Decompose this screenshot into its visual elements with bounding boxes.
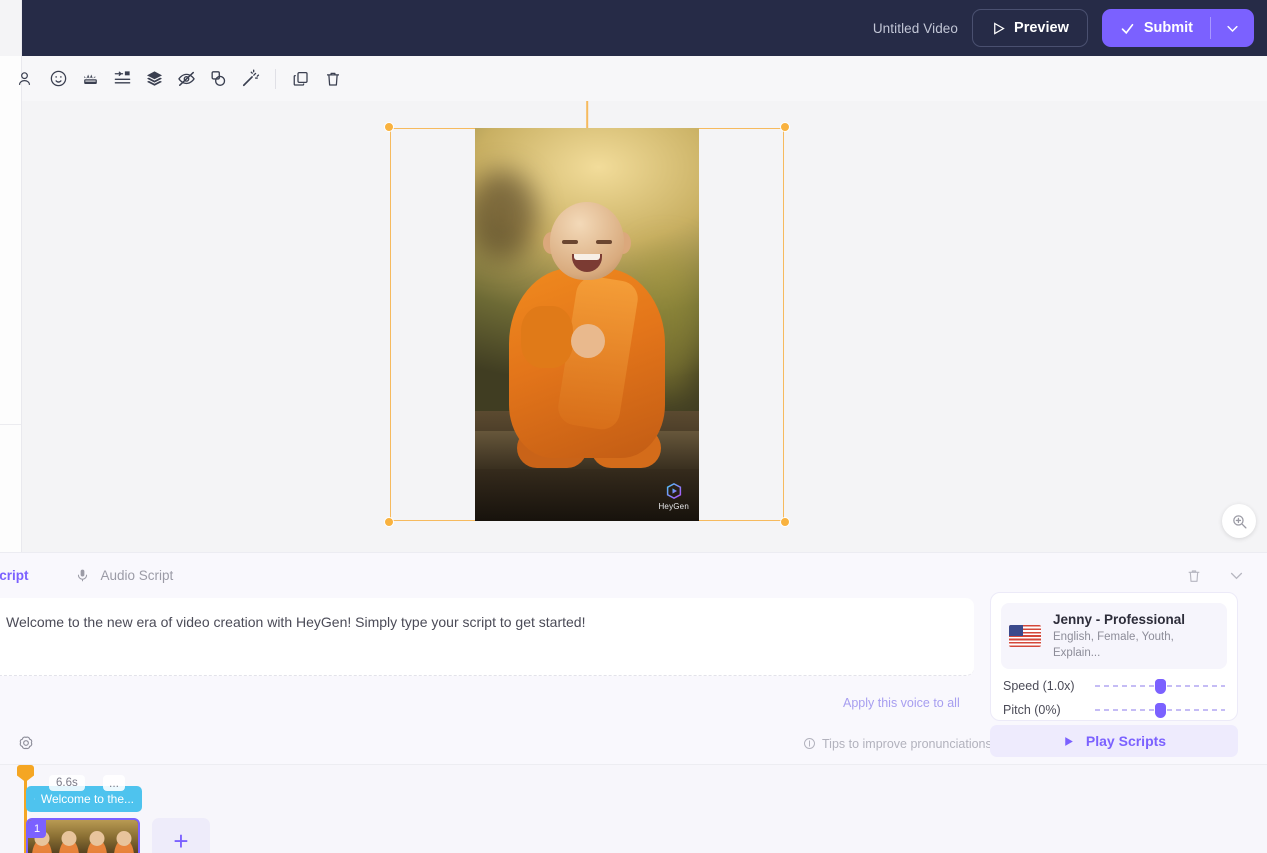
scene-thumbnail <box>83 820 111 853</box>
microphone-icon <box>75 567 90 584</box>
delete-icon[interactable] <box>1186 568 1202 584</box>
avatar-teeth <box>574 254 600 260</box>
tab-audio-script[interactable]: Audio Script <box>75 567 174 584</box>
scene-number-badge: 1 <box>28 820 46 838</box>
chevron-down-icon[interactable] <box>1228 567 1245 584</box>
preview-button-label: Preview <box>1014 20 1069 36</box>
play-scripts-button[interactable]: Play Scripts <box>990 725 1238 757</box>
timeline-text-clip[interactable]: Welcome to the... <box>26 786 142 812</box>
info-icon <box>803 737 816 750</box>
ai-assistant-icon[interactable] <box>17 735 35 753</box>
resize-handle-top-right[interactable] <box>780 122 790 132</box>
layers-icon[interactable] <box>138 63 170 95</box>
speed-slider-thumb[interactable] <box>1155 679 1166 694</box>
align-icon[interactable] <box>106 63 138 95</box>
avatar-partial-icon[interactable] <box>8 63 40 95</box>
avatar-crown-icon[interactable] <box>74 63 106 95</box>
submit-button-label: Submit <box>1144 20 1193 36</box>
script-input[interactable]: Welcome to the new era of video creation… <box>0 598 974 676</box>
element-toolbar <box>22 56 1267 101</box>
video-title: Untitled Video <box>873 21 958 36</box>
voice-meta: English, Female, Youth, Explain... <box>1053 629 1219 661</box>
resize-handle-bottom-left[interactable] <box>384 517 394 527</box>
rotate-handle[interactable] <box>586 101 588 128</box>
selected-element[interactable]: HeyGen <box>390 128 784 521</box>
play-icon <box>991 21 1006 36</box>
background-blur-left <box>475 170 537 260</box>
apply-voice-to-all-link[interactable]: Apply this voice to all <box>843 696 960 710</box>
heygen-watermark: HeyGen <box>658 482 689 511</box>
hide-icon[interactable] <box>170 63 202 95</box>
watermark-label: HeyGen <box>658 502 689 511</box>
text-icon <box>34 793 35 805</box>
avatar-arm <box>521 306 573 368</box>
preview-button[interactable]: Preview <box>972 9 1088 47</box>
timeline[interactable]: Welcome to the... 1 6.6s ... + <box>0 764 1267 853</box>
emoji-icon[interactable] <box>42 63 74 95</box>
check-icon <box>1120 21 1135 36</box>
avatar-video-preview[interactable]: HeyGen <box>475 128 699 521</box>
resize-handle-bottom-right[interactable] <box>780 517 790 527</box>
tab-text-script[interactable]: t Script <box>0 568 29 583</box>
tab-audio-script-label: Audio Script <box>101 568 174 583</box>
tips-label: Tips to improve pronunciations <box>822 737 992 751</box>
pitch-label: Pitch (0%) <box>1003 703 1095 717</box>
left-panel-topbar-stub <box>0 0 22 56</box>
avatar-eye-right <box>596 240 612 244</box>
avatar-hands <box>571 324 605 358</box>
speed-label: Speed (1.0x) <box>1003 679 1095 693</box>
voice-selector[interactable]: Jenny - Professional English, Female, Yo… <box>1001 603 1227 669</box>
scene-thumbnail <box>56 820 84 853</box>
delete-icon[interactable] <box>317 63 349 95</box>
canvas-area[interactable]: HeyGen <box>22 101 1267 552</box>
chevron-down-icon <box>1225 21 1240 36</box>
scene-thumbnail <box>111 820 139 853</box>
speed-slider-row: Speed (1.0x) <box>1001 679 1227 693</box>
left-panel-divider <box>0 424 21 425</box>
toolbar-divider <box>275 69 276 89</box>
speed-slider[interactable] <box>1095 679 1225 693</box>
zoom-in-icon[interactable] <box>1222 504 1256 538</box>
us-flag-icon <box>1009 625 1041 647</box>
timeline-scene-clip[interactable]: 1 <box>26 818 140 853</box>
copy-icon[interactable] <box>285 63 317 95</box>
voice-name: Jenny - Professional <box>1053 611 1219 628</box>
left-sidebar-panel <box>0 101 22 552</box>
shapes-icon[interactable] <box>202 63 234 95</box>
pitch-slider[interactable] <box>1095 703 1225 717</box>
scene-more-menu[interactable]: ... <box>103 775 125 791</box>
scene-duration-badge: 6.6s <box>49 775 85 791</box>
pitch-slider-row: Pitch (0%) <box>1001 703 1227 717</box>
top-bar: Untitled Video Preview Submit <box>22 0 1267 56</box>
resize-handle-top-left[interactable] <box>384 122 394 132</box>
timeline-text-clip-label: Welcome to the... <box>41 792 134 806</box>
submit-dropdown-button[interactable] <box>1211 21 1254 36</box>
heygen-logo-icon <box>665 482 683 500</box>
tips-link[interactable]: Tips to improve pronunciations <box>803 737 992 751</box>
play-scripts-label: Play Scripts <box>1086 733 1166 749</box>
playhead-handle[interactable] <box>17 765 34 782</box>
add-scene-button[interactable]: + <box>152 818 210 853</box>
heygen-editor: Untitled Video Preview Submit <box>0 0 1267 853</box>
magic-wand-icon[interactable] <box>234 63 266 95</box>
avatar-eye-left <box>562 240 578 244</box>
pitch-slider-thumb[interactable] <box>1155 703 1166 718</box>
voice-settings-card: Jenny - Professional English, Female, Yo… <box>990 592 1238 721</box>
play-icon <box>1062 735 1075 748</box>
submit-button[interactable]: Submit <box>1102 9 1254 47</box>
